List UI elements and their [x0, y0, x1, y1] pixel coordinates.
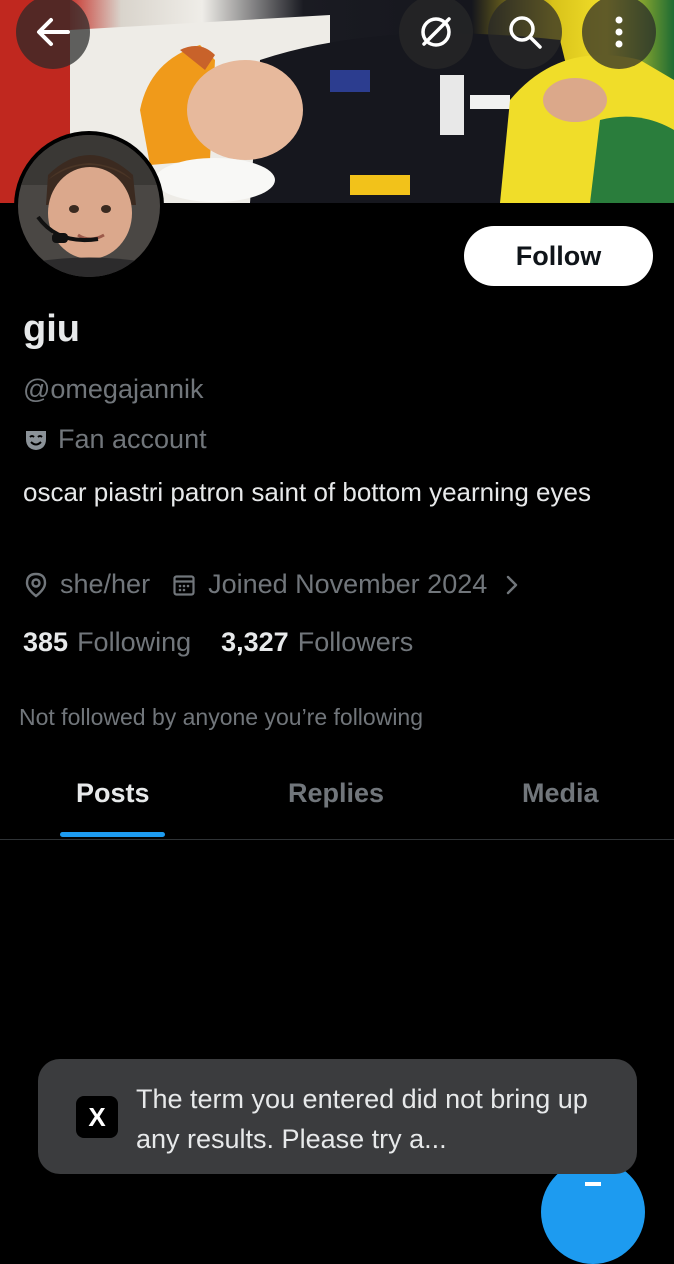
account-label-text: Fan account — [58, 424, 207, 454]
profile-tabs: Posts Replies Media — [0, 756, 674, 840]
follow-button[interactable]: Follow — [464, 226, 653, 286]
follow-stats: 385 Following 3,327 Followers — [23, 627, 413, 658]
calendar-icon — [173, 574, 195, 596]
pronouns-text: she/her — [60, 569, 151, 599]
following-count: 385 — [23, 627, 69, 657]
plus-icon — [585, 1182, 601, 1186]
toast-message: The term you entered did not bring up an… — [136, 1084, 588, 1154]
follow-button-label: Follow — [515, 240, 602, 271]
joined-item[interactable]: Joined November 2024 — [172, 569, 531, 600]
search-icon — [509, 16, 542, 49]
chevron-right-icon — [507, 575, 518, 594]
profile-bio: oscar piastri patron saint of bottom yea… — [23, 477, 591, 507]
location-pin-icon — [25, 572, 47, 598]
display-name: giu — [23, 308, 80, 350]
joined-text: Joined November 2024 — [208, 569, 488, 599]
followers-link[interactable]: 3,327 Followers — [221, 627, 413, 658]
slash-circle-icon — [421, 17, 451, 47]
mutual-followers-note: Not followed by anyone you’re following — [19, 704, 424, 730]
masks-icon — [26, 430, 46, 450]
toast-notification: X The term you entered did not bring up … — [38, 1059, 637, 1174]
x-logo-icon: X — [76, 1096, 118, 1138]
profile-meta: she/her Joined November 2024 — [24, 569, 531, 600]
pronouns-item: she/her — [24, 569, 150, 600]
tab-media[interactable]: Media — [522, 778, 599, 809]
followers-label: Followers — [297, 627, 414, 657]
following-link[interactable]: 385 Following — [23, 627, 191, 658]
avatar[interactable] — [18, 135, 160, 277]
tab-replies[interactable]: Replies — [288, 778, 384, 809]
followers-count: 3,327 — [221, 627, 289, 657]
compose-button[interactable] — [541, 1160, 645, 1264]
profile-handle: @omegajannik — [23, 374, 204, 404]
active-tab-indicator — [60, 832, 165, 837]
account-label[interactable]: Fan account — [24, 424, 207, 455]
following-label: Following — [77, 627, 192, 657]
tab-posts[interactable]: Posts — [76, 778, 150, 809]
more-vertical-icon — [615, 16, 623, 48]
avatar-photo — [18, 135, 160, 277]
arrow-left-icon — [37, 18, 70, 46]
